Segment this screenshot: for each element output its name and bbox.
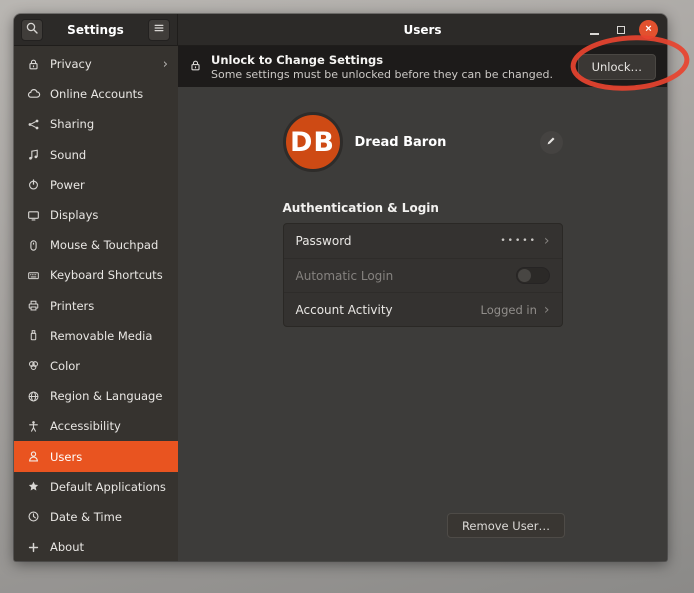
color-icon: [26, 359, 41, 372]
sidebar-item-keyboard-shortcuts[interactable]: Keyboard Shortcuts: [14, 260, 178, 290]
sidebar-item-sharing[interactable]: Sharing: [14, 109, 178, 139]
sidebar-item-label: Power: [50, 178, 85, 192]
user-name: Dread Baron: [355, 135, 447, 150]
sidebar-headerbar: Settings: [14, 14, 178, 46]
search-icon: [25, 21, 39, 38]
keyboard-icon: [26, 269, 41, 282]
sidebar-item-online-accounts[interactable]: Online Accounts: [14, 79, 178, 109]
hamburger-menu-icon: [152, 21, 166, 38]
sidebar-item-label: Accessibility: [50, 419, 121, 433]
sidebar: Privacy › Online Accounts Sharing Sound …: [14, 46, 178, 561]
window-controls: ×: [585, 14, 658, 45]
remove-user-button[interactable]: Remove User…: [447, 513, 565, 538]
printer-icon: [26, 299, 41, 312]
automatic-login-toggle[interactable]: [516, 267, 550, 284]
sidebar-item-accessibility[interactable]: Accessibility: [14, 411, 178, 441]
star-icon: [26, 480, 41, 493]
banner-title: Unlock to Change Settings: [211, 53, 553, 67]
sidebar-item-mouse-touchpad[interactable]: Mouse & Touchpad: [14, 230, 178, 260]
sidebar-item-label: Region & Language: [50, 389, 162, 403]
sidebar-item-date-time[interactable]: Date & Time: [14, 502, 178, 532]
row-label: Automatic Login: [296, 269, 394, 283]
removable-media-icon: [26, 329, 41, 342]
share-icon: [26, 118, 41, 131]
row-password[interactable]: Password ••••• ›: [284, 224, 562, 258]
accessibility-icon: [26, 420, 41, 433]
display-icon: [26, 209, 41, 222]
sidebar-item-label: About: [50, 540, 84, 554]
sidebar-item-power[interactable]: Power: [14, 170, 178, 200]
sidebar-item-displays[interactable]: Displays: [14, 200, 178, 230]
sidebar-item-label: Printers: [50, 299, 94, 313]
window-title: Settings: [43, 23, 148, 37]
main-headerbar: Users ×: [178, 14, 667, 46]
sidebar-item-users[interactable]: Users: [14, 441, 178, 471]
sidebar-item-region-language[interactable]: Region & Language: [14, 381, 178, 411]
row-account-activity[interactable]: Account Activity Logged in ›: [284, 292, 562, 326]
mouse-icon: [26, 239, 41, 252]
page-title: Users: [403, 23, 441, 37]
sidebar-item-default-applications[interactable]: Default Applications: [14, 472, 178, 502]
chevron-right-icon: ›: [544, 302, 550, 318]
sidebar-item-label: Removable Media: [50, 329, 152, 343]
search-button[interactable]: [21, 19, 43, 41]
sidebar-item-sound[interactable]: Sound: [14, 140, 178, 170]
globe-icon: [26, 390, 41, 403]
lock-icon: [26, 58, 41, 71]
main-panel: Unlock to Change Settings Some settings …: [178, 46, 667, 561]
sidebar-item-color[interactable]: Color: [14, 351, 178, 381]
menu-button[interactable]: [148, 19, 170, 41]
users-icon: [26, 450, 41, 463]
sidebar-item-label: Date & Time: [50, 510, 122, 524]
row-value: •••••: [500, 236, 537, 246]
maximize-icon: [617, 26, 625, 34]
row-label: Account Activity: [296, 303, 393, 317]
unlock-button[interactable]: Unlock…: [578, 54, 656, 80]
sidebar-item-label: Sound: [50, 148, 86, 162]
settings-window: Settings Users × Privacy › Online Accoun…: [14, 14, 667, 561]
music-note-icon: [26, 148, 41, 161]
sidebar-item-privacy[interactable]: Privacy ›: [14, 49, 178, 79]
sidebar-item-label: Mouse & Touchpad: [50, 238, 158, 252]
auth-card: Password ••••• › Automatic Login Account…: [283, 223, 563, 327]
about-icon: [26, 541, 41, 554]
lock-icon: [189, 57, 202, 76]
row-value: Logged in: [481, 303, 537, 317]
sidebar-item-removable-media[interactable]: Removable Media: [14, 321, 178, 351]
avatar[interactable]: DB: [283, 112, 343, 172]
unlock-banner: Unlock to Change Settings Some settings …: [178, 46, 667, 87]
banner-text: Unlock to Change Settings Some settings …: [211, 53, 553, 81]
sidebar-item-label: Displays: [50, 208, 98, 222]
sidebar-item-label: Default Applications: [50, 480, 166, 494]
toggle-knob: [518, 269, 531, 282]
user-profile-row: DB Dread Baron: [283, 112, 563, 172]
cloud-icon: [26, 87, 41, 101]
users-content: DB Dread Baron Authentication & Login Pa…: [178, 87, 667, 561]
power-icon: [26, 178, 41, 191]
chevron-right-icon: ›: [544, 233, 550, 249]
edit-name-button[interactable]: [540, 131, 563, 154]
row-automatic-login[interactable]: Automatic Login: [284, 258, 562, 292]
clock-icon: [26, 510, 41, 523]
chevron-right-icon: ›: [163, 57, 168, 72]
sidebar-item-label: Privacy: [50, 57, 92, 71]
sidebar-item-about[interactable]: About: [14, 532, 178, 561]
minimize-button[interactable]: [585, 21, 603, 39]
sidebar-item-label: Users: [50, 450, 82, 464]
sidebar-item-printers[interactable]: Printers: [14, 291, 178, 321]
pencil-icon: [545, 135, 557, 150]
minimize-icon: [590, 33, 599, 35]
sidebar-item-label: Online Accounts: [50, 87, 143, 101]
maximize-button[interactable]: [612, 21, 630, 39]
close-button[interactable]: ×: [639, 20, 658, 39]
sidebar-item-label: Color: [50, 359, 80, 373]
banner-subtitle: Some settings must be unlocked before th…: [211, 68, 553, 81]
sidebar-item-label: Keyboard Shortcuts: [50, 268, 163, 282]
sidebar-item-label: Sharing: [50, 117, 94, 131]
row-label: Password: [296, 234, 352, 248]
auth-section-title: Authentication & Login: [283, 201, 563, 215]
